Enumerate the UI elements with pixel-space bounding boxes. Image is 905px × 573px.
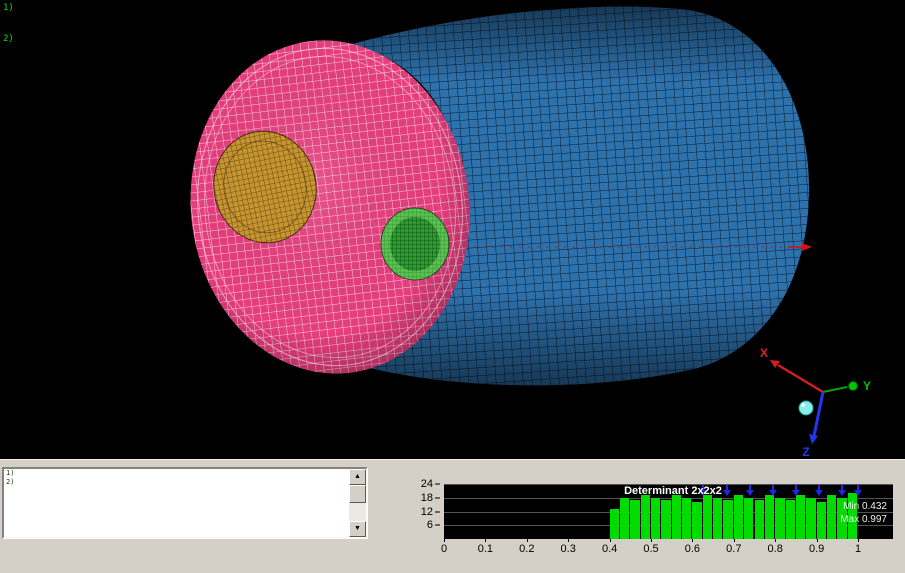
gridline xyxy=(444,497,893,499)
histogram-bar[interactable] xyxy=(702,495,713,539)
histogram-marker-icon xyxy=(815,485,824,496)
x-tick-mark xyxy=(568,539,570,542)
histogram-max-value: Max 0.997 xyxy=(840,514,887,525)
x-tick-mark xyxy=(692,539,694,542)
application-window: { "viewport": { "tags": ["1)", "2)"], "t… xyxy=(0,0,905,573)
x-tick-label: 0.2 xyxy=(519,543,535,555)
bottom-panel: 1) 2) ▲ ▼ 24 18 12 6 Determinant 2x2x2 Min … xyxy=(0,459,905,573)
x-axis-label: X xyxy=(760,346,768,360)
mesh-model[interactable] xyxy=(172,6,810,390)
x-tick-label: 0.3 xyxy=(560,543,576,555)
x-tick-label: 0.9 xyxy=(808,543,825,555)
histogram-marker-icon xyxy=(723,485,732,496)
histogram-bar[interactable] xyxy=(682,497,692,539)
x-tick-label: 0.8 xyxy=(767,543,783,555)
x-tick-mark xyxy=(444,539,445,542)
z-axis-arrowhead-icon xyxy=(809,434,818,444)
x-tick-label: 0.4 xyxy=(601,543,618,555)
y-axis-ball-icon xyxy=(848,381,858,391)
y-tick-label: 18 xyxy=(420,491,433,504)
x-tick-label: 0.6 xyxy=(684,543,701,555)
histogram-plot[interactable]: Determinant 2x2x2 Min 0.432 Max 0.997 xyxy=(444,484,893,539)
histogram-bar[interactable] xyxy=(671,495,682,539)
histogram-bar[interactable] xyxy=(692,502,702,539)
x-tick-label: 1 xyxy=(854,543,862,555)
histogram-marker-icon xyxy=(837,485,846,496)
z-axis-label: Z xyxy=(802,445,809,459)
viewport-tag: 1) xyxy=(3,3,14,13)
green-inclusion-grid xyxy=(390,217,440,271)
message-scrollbar[interactable]: ▲ ▼ xyxy=(349,469,366,537)
viewport-canvas[interactable]: X Y Z xyxy=(0,0,905,459)
x-tick-mark xyxy=(651,539,652,542)
scroll-up-button[interactable]: ▲ xyxy=(349,469,366,485)
histogram-min-value: Min 0.432 xyxy=(843,501,887,512)
message-list[interactable]: 1) 2) ▲ ▼ xyxy=(2,467,368,539)
scroll-thumb[interactable] xyxy=(349,485,366,503)
viewport-3d[interactable]: X Y Z 1) 2) xyxy=(0,0,905,459)
viewport-tag: 2) xyxy=(3,34,14,44)
x-axis-arrow xyxy=(777,363,824,394)
histogram-bar[interactable] xyxy=(723,500,733,539)
histogram-bar[interactable] xyxy=(826,495,837,539)
green-inclusion[interactable] xyxy=(380,207,450,281)
x-axis-arrowhead-icon xyxy=(770,360,780,368)
x-tick-label: 0.5 xyxy=(643,543,659,555)
histogram-marker-icon xyxy=(791,485,800,496)
z-axis-arrow xyxy=(812,391,825,437)
y-axis-label: Y xyxy=(863,379,871,393)
scroll-down-button[interactable]: ▼ xyxy=(349,521,366,537)
centerline-arrow-icon xyxy=(802,243,812,251)
histogram-x-axis: 0 0.1 0.2 0.3 0.4 0.5 0.6 0.7 0.8 0.9 1 xyxy=(440,539,905,557)
y-tick-mark xyxy=(435,524,440,526)
origin-sphere-icon xyxy=(798,400,814,416)
histogram-bar[interactable] xyxy=(609,509,619,539)
histogram-bar[interactable] xyxy=(795,495,806,539)
x-tick-mark xyxy=(858,539,859,542)
y-tick-label: 24 xyxy=(420,478,433,490)
histogram-bar[interactable] xyxy=(640,495,650,539)
histogram-bar[interactable] xyxy=(754,500,764,539)
x-tick-mark xyxy=(775,539,777,542)
histogram-title: Determinant 2x2x2 xyxy=(624,485,722,497)
message-line: 2) xyxy=(6,478,15,486)
histogram-bar[interactable] xyxy=(785,500,795,539)
x-tick-label: 0.7 xyxy=(726,543,742,555)
histogram-marker-icon xyxy=(769,485,778,496)
origin-sphere-highlight xyxy=(801,403,805,407)
x-tick-mark xyxy=(526,539,528,542)
histogram-marker-icon xyxy=(854,485,862,496)
message-line: 1) xyxy=(6,469,15,477)
histogram-bar[interactable] xyxy=(764,495,775,539)
x-tick-mark xyxy=(733,539,735,542)
y-tick-mark xyxy=(435,511,440,512)
histogram-bar[interactable] xyxy=(619,497,630,539)
histogram-bar[interactable] xyxy=(775,497,785,539)
histogram-bar[interactable] xyxy=(630,500,640,539)
y-tick-mark xyxy=(435,483,440,485)
x-tick-label: 0 xyxy=(440,543,448,555)
histogram-y-axis: 24 18 12 6 xyxy=(398,478,440,539)
x-tick-label: 0.1 xyxy=(477,543,494,555)
histogram-bar[interactable] xyxy=(816,502,826,539)
histogram-bar[interactable] xyxy=(661,500,671,539)
y-tick-label: 12 xyxy=(420,505,433,518)
y-tick-mark xyxy=(435,497,440,499)
x-tick-mark xyxy=(609,539,611,542)
x-tick-mark xyxy=(485,539,487,542)
histogram-bar[interactable] xyxy=(744,497,754,539)
x-tick-mark xyxy=(816,539,818,542)
histogram-bar[interactable] xyxy=(806,497,816,539)
y-axis-arrow xyxy=(822,386,848,393)
histogram-bar[interactable] xyxy=(713,497,723,539)
histogram-bar[interactable] xyxy=(733,495,744,539)
histogram-marker-icon xyxy=(745,485,754,496)
y-tick-label: 6 xyxy=(426,519,433,532)
axis-triad: X Y Z xyxy=(760,346,871,459)
histogram-bar[interactable] xyxy=(651,497,661,539)
